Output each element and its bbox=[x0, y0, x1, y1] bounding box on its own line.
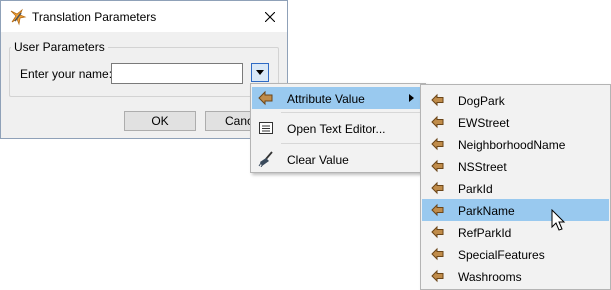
submenu-item-label: NSStreet bbox=[458, 160, 507, 174]
title-bar[interactable]: Translation Parameters bbox=[1, 1, 287, 32]
submenu-item-parkid[interactable]: ParkId bbox=[422, 177, 609, 199]
submenu-item-label: RefParkId bbox=[458, 226, 512, 240]
attribute-icon bbox=[258, 90, 274, 106]
attribute-icon bbox=[431, 203, 445, 217]
attribute-icon bbox=[431, 181, 445, 195]
submenu-item-specialfeatures[interactable]: SpecialFeatures bbox=[422, 243, 609, 265]
submenu-item-dogpark[interactable]: DogPark bbox=[422, 89, 609, 111]
chevron-down-icon bbox=[256, 70, 264, 75]
parameter-menu-button[interactable] bbox=[251, 63, 269, 82]
name-label: Enter your name: bbox=[20, 67, 113, 81]
close-icon bbox=[265, 11, 275, 22]
submenu-item-label: SpecialFeatures bbox=[458, 248, 545, 262]
ok-button[interactable]: OK bbox=[124, 111, 196, 131]
group-title: User Parameters bbox=[11, 40, 108, 54]
menu-item-label: Clear Value bbox=[287, 153, 349, 167]
submenu-item-nsstreet[interactable]: NSStreet bbox=[422, 155, 609, 177]
attribute-icon bbox=[431, 247, 445, 261]
menu-item-attribute-value[interactable]: Attribute Value bbox=[252, 87, 424, 109]
submenu-item-label: ParkId bbox=[458, 182, 493, 196]
submenu-item-label: Washrooms bbox=[458, 270, 522, 284]
attribute-icon bbox=[431, 159, 445, 173]
submenu-arrow-icon bbox=[409, 94, 414, 102]
broom-icon bbox=[258, 151, 274, 168]
menu-item-label: Open Text Editor... bbox=[287, 122, 386, 136]
dialog-title: Translation Parameters bbox=[32, 10, 157, 24]
menu-item-label: Attribute Value bbox=[287, 92, 365, 106]
name-input[interactable] bbox=[111, 63, 243, 84]
attribute-icon bbox=[431, 115, 445, 129]
submenu-item-parkname[interactable]: ParkName bbox=[422, 199, 609, 221]
submenu-item-refparkid[interactable]: RefParkId bbox=[422, 221, 609, 243]
fme-app-icon bbox=[9, 8, 27, 26]
menu-separator bbox=[281, 112, 423, 113]
submenu-item-label: DogPark bbox=[458, 94, 505, 108]
attribute-value-submenu: DogPark EWStreet NeighborhoodName NSStre… bbox=[420, 84, 611, 290]
attribute-icon bbox=[431, 269, 445, 283]
submenu-item-ewstreet[interactable]: EWStreet bbox=[422, 111, 609, 133]
text-editor-icon bbox=[258, 120, 274, 136]
close-button[interactable] bbox=[253, 1, 287, 32]
parameter-context-menu: Attribute Value Open Text Editor... Clea… bbox=[250, 83, 426, 173]
translation-parameters-dialog: Translation Parameters User Parameters E… bbox=[0, 0, 288, 139]
attribute-icon bbox=[431, 93, 445, 107]
submenu-item-label: NeighborhoodName bbox=[458, 138, 566, 152]
submenu-item-label: ParkName bbox=[458, 204, 515, 218]
submenu-item-washrooms[interactable]: Washrooms bbox=[422, 265, 609, 287]
attribute-icon bbox=[431, 225, 445, 239]
menu-item-clear-value[interactable]: Clear Value bbox=[252, 148, 424, 170]
menu-separator bbox=[281, 143, 423, 144]
submenu-item-label: EWStreet bbox=[458, 116, 510, 130]
menu-item-open-text-editor[interactable]: Open Text Editor... bbox=[252, 117, 424, 139]
mouse-cursor-icon bbox=[551, 209, 566, 231]
submenu-item-neighborhoodname[interactable]: NeighborhoodName bbox=[422, 133, 609, 155]
attribute-icon bbox=[431, 137, 445, 151]
